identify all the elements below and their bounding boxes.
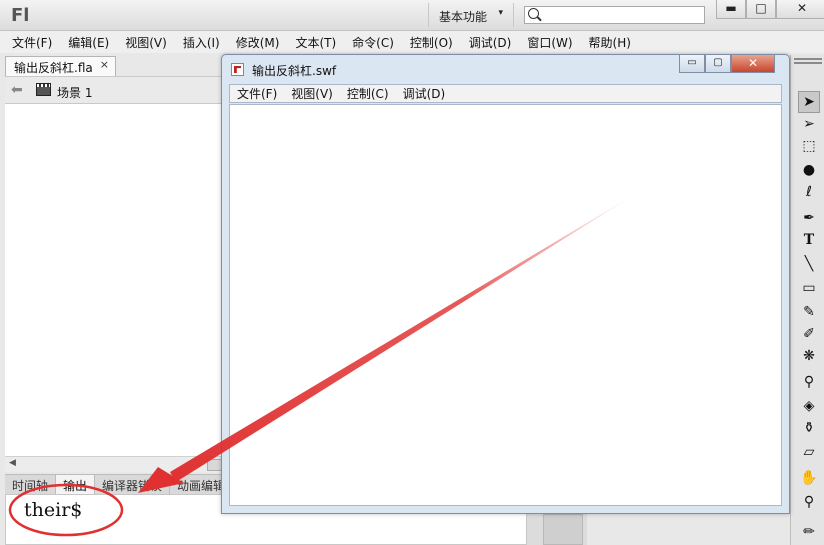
minimize-button[interactable]: ▬: [716, 0, 746, 19]
pen-tool-icon[interactable]: ✒: [798, 207, 820, 229]
flash-ide-window: Fl 基本功能 ▾ ▬ □ ✕ 文件(F) 编辑(E) 视图(V) 插入(I) …: [0, 0, 824, 545]
swf-preview-window: 输出反斜杠.swf ▭ ▢ ✕ 文件(F) 视图(V) 控制(C) 调试(D): [221, 54, 790, 514]
maximize-button[interactable]: □: [746, 0, 776, 19]
edit-bar: ⬅ 场景 1: [5, 76, 230, 104]
menu-help[interactable]: 帮助(H): [581, 34, 639, 51]
menu-file[interactable]: 文件(F): [4, 34, 60, 51]
bone-tool-icon[interactable]: ⚲: [798, 371, 820, 393]
eraser-tool-icon[interactable]: ▱: [798, 441, 820, 463]
stage-canvas[interactable]: [5, 104, 225, 456]
selection-tool-icon[interactable]: ➤: [798, 91, 820, 113]
output-text: their$: [24, 499, 83, 521]
horizontal-scrollbar[interactable]: ◀: [5, 456, 225, 472]
swf-stage: [229, 104, 782, 506]
scroll-left-icon[interactable]: ◀: [9, 458, 16, 468]
menu-view[interactable]: 视图(V): [117, 34, 175, 51]
scene-clapper-icon: [36, 83, 51, 96]
pencil-tool-icon[interactable]: ✎: [798, 301, 820, 323]
swf-menu-bar: 文件(F) 视图(V) 控制(C) 调试(D): [229, 84, 782, 103]
swf-window-title: 输出反斜杠.swf: [252, 64, 337, 78]
panel-tabs: 时间轴 输出 编译器错误 动画编辑器: [5, 474, 246, 494]
swf-menu-file[interactable]: 文件(F): [230, 85, 284, 102]
flash-logo: Fl: [11, 5, 30, 26]
stroke-color-icon[interactable]: ✏: [798, 521, 820, 543]
tab-timeline[interactable]: 时间轴: [5, 475, 57, 494]
flash-player-icon: [231, 63, 244, 76]
lasso-tool-icon[interactable]: ℓ: [798, 181, 820, 203]
swf-menu-control[interactable]: 控制(C): [340, 85, 396, 102]
menu-modify[interactable]: 修改(M): [228, 34, 288, 51]
workspace-switcher[interactable]: 基本功能 ▾: [428, 3, 514, 27]
menu-window[interactable]: 窗口(W): [519, 34, 580, 51]
document-tab[interactable]: 输出反斜杠.fla ×: [5, 56, 116, 76]
swf-close-button[interactable]: ✕: [731, 55, 775, 73]
rectangle-tool-icon[interactable]: ▭: [798, 277, 820, 299]
swf-menu-debug[interactable]: 调试(D): [396, 85, 453, 102]
back-arrow-icon[interactable]: ⬅: [11, 82, 23, 98]
search-icon: [528, 8, 539, 19]
close-button[interactable]: ✕: [776, 0, 824, 19]
hand-tool-icon[interactable]: ✋: [798, 467, 820, 489]
swf-maximize-button[interactable]: ▢: [705, 55, 731, 73]
brush-tool-icon[interactable]: ✐: [798, 323, 820, 345]
menu-edit[interactable]: 编辑(E): [60, 34, 117, 51]
tab-compiler-errors[interactable]: 编译器错误: [95, 475, 171, 494]
swf-window-controls: ▭ ▢ ✕: [679, 55, 775, 73]
paint-bucket-tool-icon[interactable]: ◈: [798, 395, 820, 417]
close-icon[interactable]: ×: [100, 58, 109, 71]
document-tab-label: 输出反斜杠.fla: [14, 61, 93, 75]
menu-debug[interactable]: 调试(D): [461, 34, 520, 51]
workspace-label: 基本功能: [439, 10, 488, 24]
subselection-tool-icon[interactable]: ➢: [798, 113, 820, 135]
menu-insert[interactable]: 插入(I): [175, 34, 228, 51]
title-bar: Fl 基本功能 ▾ ▬ □ ✕: [0, 0, 824, 31]
line-tool-icon[interactable]: ╲: [798, 253, 820, 275]
menu-bar: 文件(F) 编辑(E) 视图(V) 插入(I) 修改(M) 文本(T) 命令(C…: [0, 31, 824, 53]
panel-frame: [543, 514, 583, 545]
zoom-tool-icon[interactable]: ⚲: [798, 491, 820, 513]
tools-panel: ➤ ➢ ⬚ ● ℓ ✒ T ╲ ▭ ✎ ✐ ❋ ⚲ ◈ ⚱ ▱ ✋ ⚲ ✏: [790, 55, 824, 545]
menu-control[interactable]: 控制(O): [402, 34, 461, 51]
chevron-down-icon: ▾: [498, 8, 503, 18]
deco-tool-icon[interactable]: ❋: [798, 345, 820, 367]
eyedropper-tool-icon[interactable]: ⚱: [798, 417, 820, 439]
text-tool-icon[interactable]: T: [798, 229, 820, 251]
scene-label: 场景 1: [57, 86, 93, 100]
swf-minimize-button[interactable]: ▭: [679, 55, 705, 73]
menu-text[interactable]: 文本(T): [287, 34, 344, 51]
tab-output[interactable]: 输出: [56, 475, 96, 494]
menu-commands[interactable]: 命令(C): [344, 34, 402, 51]
panel-grip[interactable]: [794, 58, 822, 64]
free-transform-tool-icon[interactable]: ⬚: [798, 135, 820, 157]
swf-menu-view[interactable]: 视图(V): [284, 85, 340, 102]
search-input[interactable]: [524, 6, 705, 24]
window-controls: ▬ □ ✕: [716, 0, 824, 20]
3d-rotation-tool-icon[interactable]: ●: [798, 159, 820, 181]
